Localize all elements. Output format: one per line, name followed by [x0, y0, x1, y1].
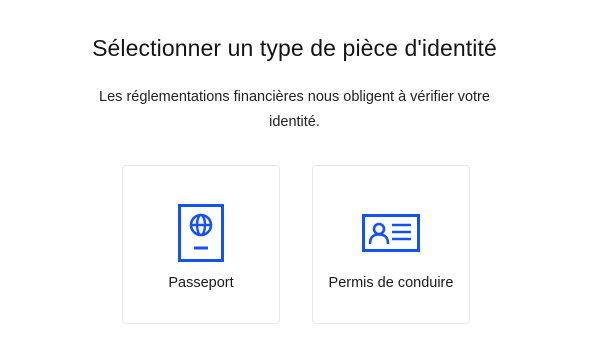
id-type-selection-page: Sélectionner un type de pièce d'identité… — [0, 0, 589, 359]
drivers-license-option-card[interactable]: Permis de conduire — [312, 165, 470, 324]
passport-option-label: Passeport — [168, 275, 234, 291]
passport-icon — [123, 204, 279, 262]
id-card-icon — [313, 214, 469, 252]
drivers-license-option-label: Permis de conduire — [328, 275, 454, 291]
page-title: Sélectionner un type de pièce d'identité — [92, 35, 497, 61]
passport-option-card[interactable]: Passeport — [122, 165, 280, 324]
page-subtitle: Les réglementations financières nous obl… — [99, 89, 490, 130]
